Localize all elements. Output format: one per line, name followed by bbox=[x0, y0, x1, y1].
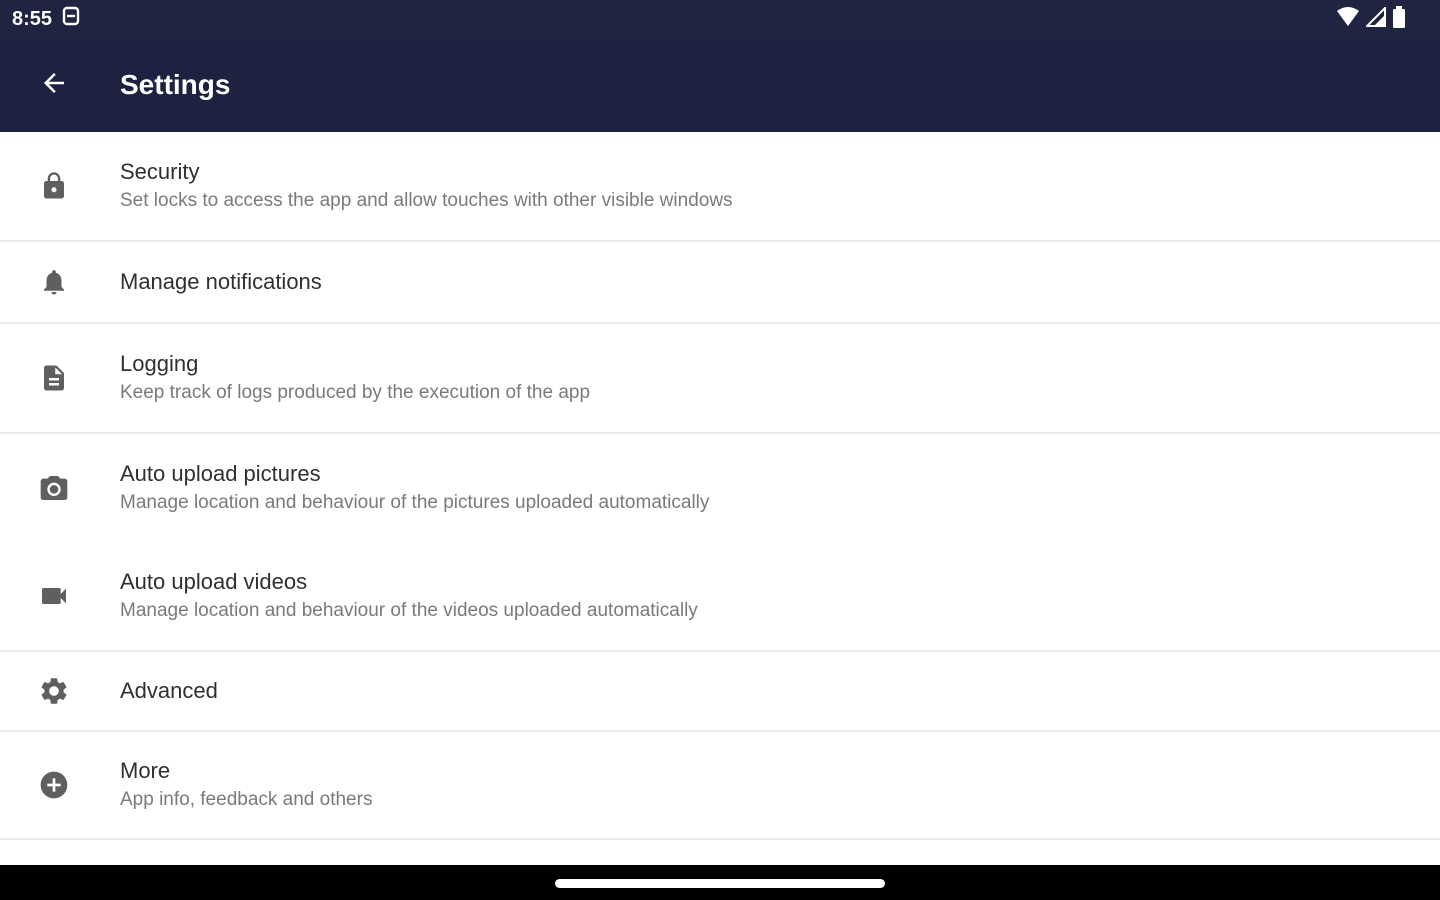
setting-text: Advanced bbox=[120, 677, 218, 705]
setting-text: More App info, feedback and others bbox=[120, 757, 372, 813]
setting-title: Advanced bbox=[120, 678, 218, 703]
setting-item-auto-upload-pictures[interactable]: Auto upload pictures Manage location and… bbox=[0, 434, 1440, 542]
app-bar: Settings bbox=[0, 38, 1440, 132]
setting-title: Auto upload pictures bbox=[120, 461, 321, 486]
page-title: Settings bbox=[120, 69, 231, 100]
camera-icon bbox=[0, 472, 108, 504]
bell-icon bbox=[0, 267, 108, 297]
back-button[interactable] bbox=[0, 38, 108, 132]
setting-title: Auto upload videos bbox=[120, 569, 308, 594]
setting-summary: Manage location and behaviour of the pic… bbox=[120, 492, 710, 513]
setting-summary: Keep track of logs produced by the execu… bbox=[120, 382, 591, 403]
setting-title: More bbox=[120, 758, 171, 783]
navigation-bar bbox=[0, 865, 1440, 900]
setting-item-more[interactable]: More App info, feedback and others bbox=[0, 732, 1440, 840]
storage-icon bbox=[62, 6, 80, 32]
battery-icon bbox=[1392, 5, 1406, 33]
cell-signal-icon bbox=[1364, 5, 1386, 32]
file-icon bbox=[0, 363, 108, 393]
wifi-icon bbox=[1336, 6, 1360, 32]
setting-text: Security Set locks to access the app and… bbox=[120, 158, 733, 214]
setting-title: Logging bbox=[120, 351, 199, 376]
status-bar: 8:55 bbox=[0, 0, 1440, 38]
gear-icon bbox=[0, 675, 108, 707]
setting-summary: Manage location and behaviour of the vid… bbox=[120, 600, 698, 621]
setting-text: Auto upload pictures Manage location and… bbox=[120, 460, 709, 516]
videocam-icon bbox=[0, 580, 108, 612]
setting-text: Manage notifications bbox=[120, 268, 322, 296]
setting-title: Security bbox=[120, 159, 200, 184]
setting-item-advanced[interactable]: Advanced bbox=[0, 652, 1440, 732]
lock-icon bbox=[0, 171, 108, 201]
setting-summary: Set locks to access the app and allow to… bbox=[120, 190, 733, 211]
home-gesture-handle[interactable] bbox=[555, 879, 885, 888]
status-left: 8:55 bbox=[12, 6, 80, 32]
arrow-back-icon bbox=[39, 68, 69, 103]
setting-item-logging[interactable]: Logging Keep track of logs produced by t… bbox=[0, 324, 1440, 434]
setting-text: Logging Keep track of logs produced by t… bbox=[120, 350, 590, 406]
setting-item-security[interactable]: Security Set locks to access the app and… bbox=[0, 132, 1440, 242]
status-time: 8:55 bbox=[12, 7, 53, 30]
setting-item-auto-upload-videos[interactable]: Auto upload videos Manage location and b… bbox=[0, 542, 1440, 652]
setting-item-notifications[interactable]: Manage notifications bbox=[0, 242, 1440, 324]
setting-summary: App info, feedback and others bbox=[120, 789, 373, 810]
settings-list: Security Set locks to access the app and… bbox=[0, 132, 1440, 840]
add-circle-icon bbox=[0, 769, 108, 801]
setting-title: Manage notifications bbox=[120, 269, 322, 294]
status-right bbox=[1336, 5, 1406, 33]
setting-text: Auto upload videos Manage location and b… bbox=[120, 568, 698, 624]
